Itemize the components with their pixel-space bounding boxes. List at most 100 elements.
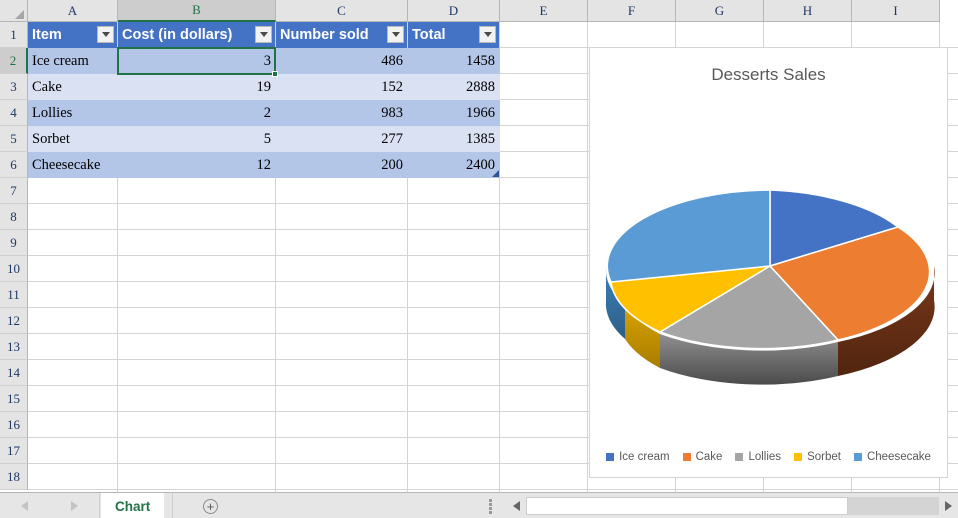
table-header-cost[interactable]: Cost (in dollars) [118,22,275,48]
cell-d3[interactable]: 2888 [408,74,499,100]
add-sheet-area: + [172,493,502,518]
legend-label-sorbet: Sorbet [807,451,841,463]
column-header-c-label: C [337,2,346,18]
column-header-d[interactable]: D [408,0,500,22]
row-header-9[interactable]: 9 [0,230,28,256]
row-header-18-label: 18 [7,468,20,484]
select-all-corner[interactable] [0,0,28,22]
row-header-11[interactable]: 11 [0,282,28,308]
cell-a5[interactable]: Sorbet [28,126,117,152]
filter-button-total[interactable] [479,26,496,43]
column-header-i[interactable]: I [852,0,940,22]
tab-split-grip[interactable] [489,499,493,514]
row-header-2[interactable]: 2 [0,48,28,74]
column-header-e[interactable]: E [500,0,588,22]
sheet-tab-chart[interactable]: Chart [101,493,165,518]
row-header-16-label: 16 [7,416,20,432]
filter-button-sold[interactable] [387,26,404,43]
filter-button-cost[interactable] [255,26,272,43]
legend-item-ice-cream[interactable]: Ice cream [606,451,670,463]
row-header-13[interactable]: 13 [0,334,28,360]
row-header-12[interactable]: 12 [0,308,28,334]
cell-d4[interactable]: 1966 [408,100,499,126]
column-header-h[interactable]: H [764,0,852,22]
chevron-down-icon [101,32,110,37]
column-header-g[interactable]: G [676,0,764,22]
scrollbar-thumb[interactable] [526,497,849,515]
column-header-h-label: H [802,2,813,18]
cell-b5[interactable]: 5 [118,126,275,152]
cell-b4[interactable]: 2 [118,100,275,126]
column-header-e-label: E [539,2,548,18]
column-header-b-label: B [192,2,201,17]
row-header-16[interactable]: 16 [0,412,28,438]
chart-object[interactable]: Desserts Sales Ice cream Cake Lollies So… [589,47,948,478]
row-header-12-label: 12 [7,312,20,328]
row-header-4[interactable]: 4 [0,100,28,126]
row-header-17[interactable]: 17 [0,438,28,464]
row-header-5[interactable]: 5 [0,126,28,152]
legend-swatch-sorbet [794,453,803,461]
fill-handle[interactable] [272,71,278,77]
horizontal-scrollbar[interactable] [507,493,958,518]
legend-item-cheesecake[interactable]: Cheesecake [853,451,931,463]
row-header-15-label: 15 [7,390,20,406]
row-header-2-label: 2 [9,52,17,68]
legend-item-lollies[interactable]: Lollies [735,451,781,463]
pie-svg [605,189,935,385]
select-all-triangle-icon [15,10,24,19]
row-header-14-label: 14 [7,364,20,380]
row-header-8-label: 8 [10,208,17,224]
cell-c3[interactable]: 152 [276,74,407,100]
legend-label-cheesecake: Cheesecake [866,451,931,463]
column-header-a[interactable]: A [28,0,118,22]
cell-c4[interactable]: 983 [276,100,407,126]
cell-b3[interactable]: 19 [118,74,275,100]
row-header-9-label: 9 [10,234,17,250]
cell-a3[interactable]: Cake [28,74,117,100]
legend-label-ice-cream: Ice cream [619,451,670,463]
cell-b6[interactable]: 12 [118,152,275,178]
cell-b2[interactable]: 3 [118,48,275,74]
row-header-13-label: 13 [7,338,20,354]
chevron-down-icon [391,32,400,37]
next-sheet-arrow-icon[interactable] [70,501,78,511]
column-header-row: A B C D E F G H I [0,0,958,22]
cell-c2[interactable]: 486 [276,48,407,74]
column-header-f[interactable]: F [588,0,676,22]
scroll-left-arrow-icon[interactable] [513,501,520,511]
row-header-6[interactable]: 6 [0,152,28,178]
row-header-15[interactable]: 15 [0,386,28,412]
cell-d5[interactable]: 1385 [408,126,499,152]
row-header-10[interactable]: 10 [0,256,28,282]
gridline-h [28,489,958,490]
legend-item-cake[interactable]: Cake [682,451,722,463]
cell-c6[interactable]: 200 [276,152,407,178]
legend-swatch-ice-cream [606,453,615,461]
table-resize-handle-icon[interactable] [492,170,499,177]
cell-a6[interactable]: Cheesecake [28,152,117,178]
legend-item-sorbet[interactable]: Sorbet [794,451,841,463]
row-header-14[interactable]: 14 [0,360,28,386]
previous-sheet-arrow-icon[interactable] [21,501,29,511]
row-header-7[interactable]: 7 [0,178,28,204]
column-header-c[interactable]: C [276,0,408,22]
row-header-8[interactable]: 8 [0,204,28,230]
row-header-1[interactable]: 1 [0,22,28,48]
cell-c5[interactable]: 277 [276,126,407,152]
add-sheet-button[interactable]: + [203,498,218,514]
scroll-right-arrow-icon[interactable] [945,501,952,511]
column-header-d-label: D [448,2,459,18]
chart-legend: Ice cream Cake Lollies Sorbet Cheesecake [590,451,947,463]
cell-a4[interactable]: Lollies [28,100,117,126]
filter-button-item[interactable] [97,26,114,43]
scrollbar-track[interactable] [526,497,939,515]
row-header-3[interactable]: 3 [0,74,28,100]
row-header-6-label: 6 [10,156,17,172]
cell-d2[interactable]: 1458 [408,48,499,74]
sheet-nav-arrows [0,493,100,518]
cell-d6[interactable]: 2400 [408,152,499,178]
cell-a2[interactable]: Ice cream [28,48,117,74]
row-header-18[interactable]: 18 [0,464,28,490]
column-header-b[interactable]: B [118,0,276,22]
